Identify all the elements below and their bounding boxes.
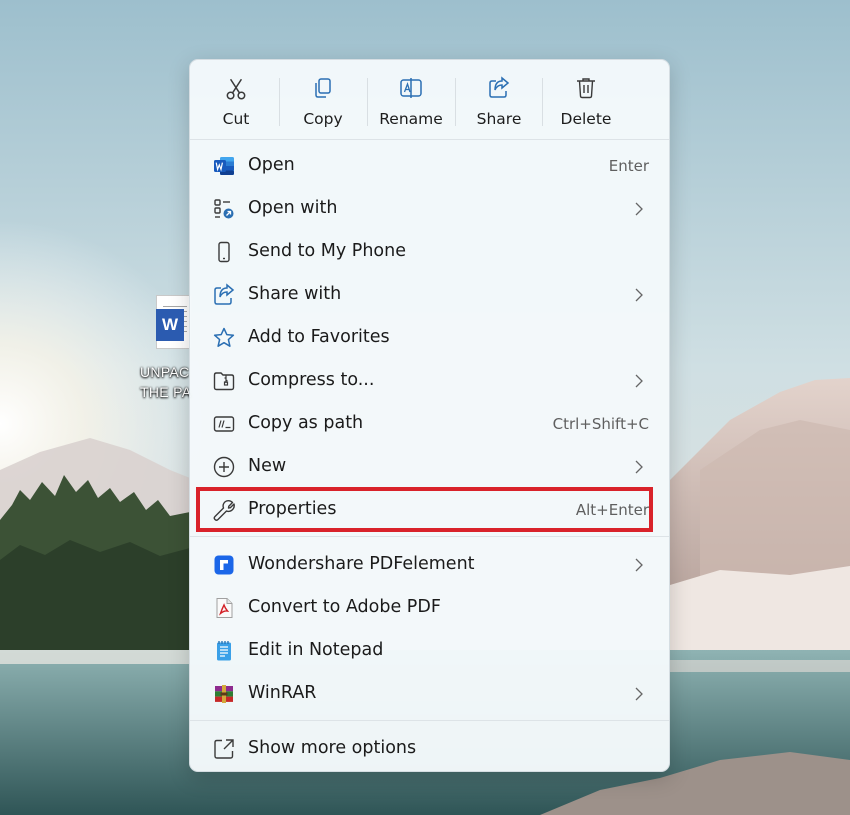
zip-folder-icon [213,372,235,391]
menu-item-send-to-phone[interactable]: Send to My Phone [195,231,665,273]
open-with-icon [214,199,234,219]
properties-highlight-box [196,487,653,532]
trash-icon [577,78,595,99]
word-document-icon: W [156,309,184,341]
menu-item-open[interactable]: Open Enter [195,145,665,187]
winrar-icon [215,685,233,703]
star-icon [213,327,235,347]
chevron-right-icon [635,460,643,474]
share-with-icon [214,283,235,305]
adobe-pdf-icon [216,598,233,618]
copy-button[interactable]: Copy [279,62,367,138]
chevron-right-icon [635,288,643,302]
word-icon [214,157,234,175]
menu-item-wondershare-pdfelement[interactable]: Wondershare PDFelement [195,544,665,586]
menu-separator [190,139,669,140]
rename-button[interactable]: Rename [367,62,455,138]
chevron-right-icon [635,374,643,388]
menu-item-new[interactable]: New [195,446,665,488]
chevron-right-icon [635,202,643,216]
copy-icon [315,78,331,98]
context-menu-toolbar: Cut Copy Rename Share Delete [190,60,669,140]
chevron-right-icon [635,687,643,701]
share-icon [489,76,510,98]
share-button[interactable]: Share [455,62,543,138]
menu-item-open-with[interactable]: Open with [195,188,665,230]
menu-item-winrar[interactable]: WinRAR [195,673,665,715]
cut-button[interactable]: Cut [192,62,280,138]
menu-separator [190,536,669,537]
scissors-icon [226,78,246,100]
plus-circle-icon [213,456,235,478]
menu-item-copy-as-path[interactable]: Copy as path Ctrl+Shift+C [195,403,665,445]
menu-item-compress-to[interactable]: Compress to... [195,360,665,402]
context-menu: Cut Copy Rename Share Delete Open Enter … [189,59,670,772]
rename-icon [400,78,422,98]
copy-path-icon [213,416,235,432]
menu-item-show-more-options[interactable]: Show more options [195,728,665,770]
menu-item-convert-to-adobe-pdf[interactable]: Convert to Adobe PDF [195,587,665,629]
chevron-right-icon [635,558,643,572]
phone-icon [218,241,230,263]
delete-button[interactable]: Delete [542,62,630,138]
menu-item-edit-in-notepad[interactable]: Edit in Notepad [195,630,665,672]
menu-item-add-to-favorites[interactable]: Add to Favorites [195,317,665,359]
menu-item-share-with[interactable]: Share with [195,274,665,316]
pdfelement-icon [214,555,234,575]
external-link-icon [214,739,234,759]
notepad-icon [217,641,231,661]
menu-separator [190,720,669,721]
